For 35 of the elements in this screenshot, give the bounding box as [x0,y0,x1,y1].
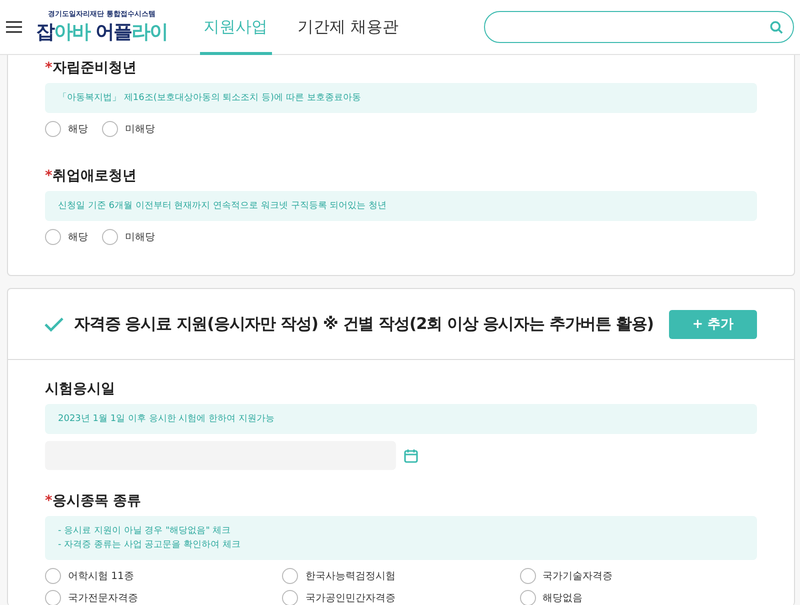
radio-option[interactable]: 국가기술자격증 [520,568,757,584]
section-title: 자격증 응시료 지원(응시자만 작성) ※ 건별 작성(2회 이상 응시자는 추가버튼 활용) [74,314,654,334]
radio-circle[interactable] [45,590,61,605]
question-title: *취업애로청년 [45,167,138,185]
radio-option[interactable]: 한국사능력검정시험 [282,568,520,584]
question-title: *응시종목 종류 [45,492,142,510]
radio-circle[interactable] [102,229,118,245]
menu-icon[interactable] [6,21,22,33]
radio-option[interactable]: 국가공인민간자격증 [282,590,520,605]
radio-option[interactable]: 미해당 [102,121,155,137]
hint-box: 신청일 기준 6개월 이전부터 현재까지 연속적으로 워크넷 구직등록 되어있는 청년 [45,191,757,221]
hint-box: 「아동복지법」 제16조(보호대상아동의 퇴소조치 등)에 따른 보호종료아동 [45,83,757,113]
radio-circle[interactable] [520,568,536,584]
question-title: 시험응시일 [45,380,116,398]
check-icon [44,316,64,332]
radio-circle[interactable] [45,568,61,584]
calendar-icon[interactable] [404,448,418,462]
radio-option[interactable]: 국가전문자격증 [45,590,282,605]
radio-option[interactable]: 미해당 [102,229,155,245]
radio-circle[interactable] [282,590,298,605]
radio-circle[interactable] [45,121,61,137]
hint-box: 2023년 1월 1일 이후 응시한 시험에 한하여 지원가능 [45,404,757,434]
search-field[interactable] [484,11,794,43]
radio-option[interactable]: 해당없음 [520,590,757,605]
radio-circle[interactable] [102,121,118,137]
question-title: *자립준비청년 [45,59,138,77]
radio-option[interactable]: 해당 [45,229,88,245]
radio-circle[interactable] [520,590,536,605]
nav-tab[interactable]: 기간제 채용관 [294,0,403,54]
radio-option[interactable]: 어학시험 11종 [45,568,282,584]
radio-option[interactable]: 해당 [45,121,88,137]
radio-circle[interactable] [45,229,61,245]
radio-circle[interactable] [282,568,298,584]
search-icon[interactable] [770,20,783,34]
hint-box: - 응시료 지원이 아닐 경우 "해당없음" 체크 - 자격증 종류는 사업 공고문을 확인하여 체크 [45,516,757,560]
